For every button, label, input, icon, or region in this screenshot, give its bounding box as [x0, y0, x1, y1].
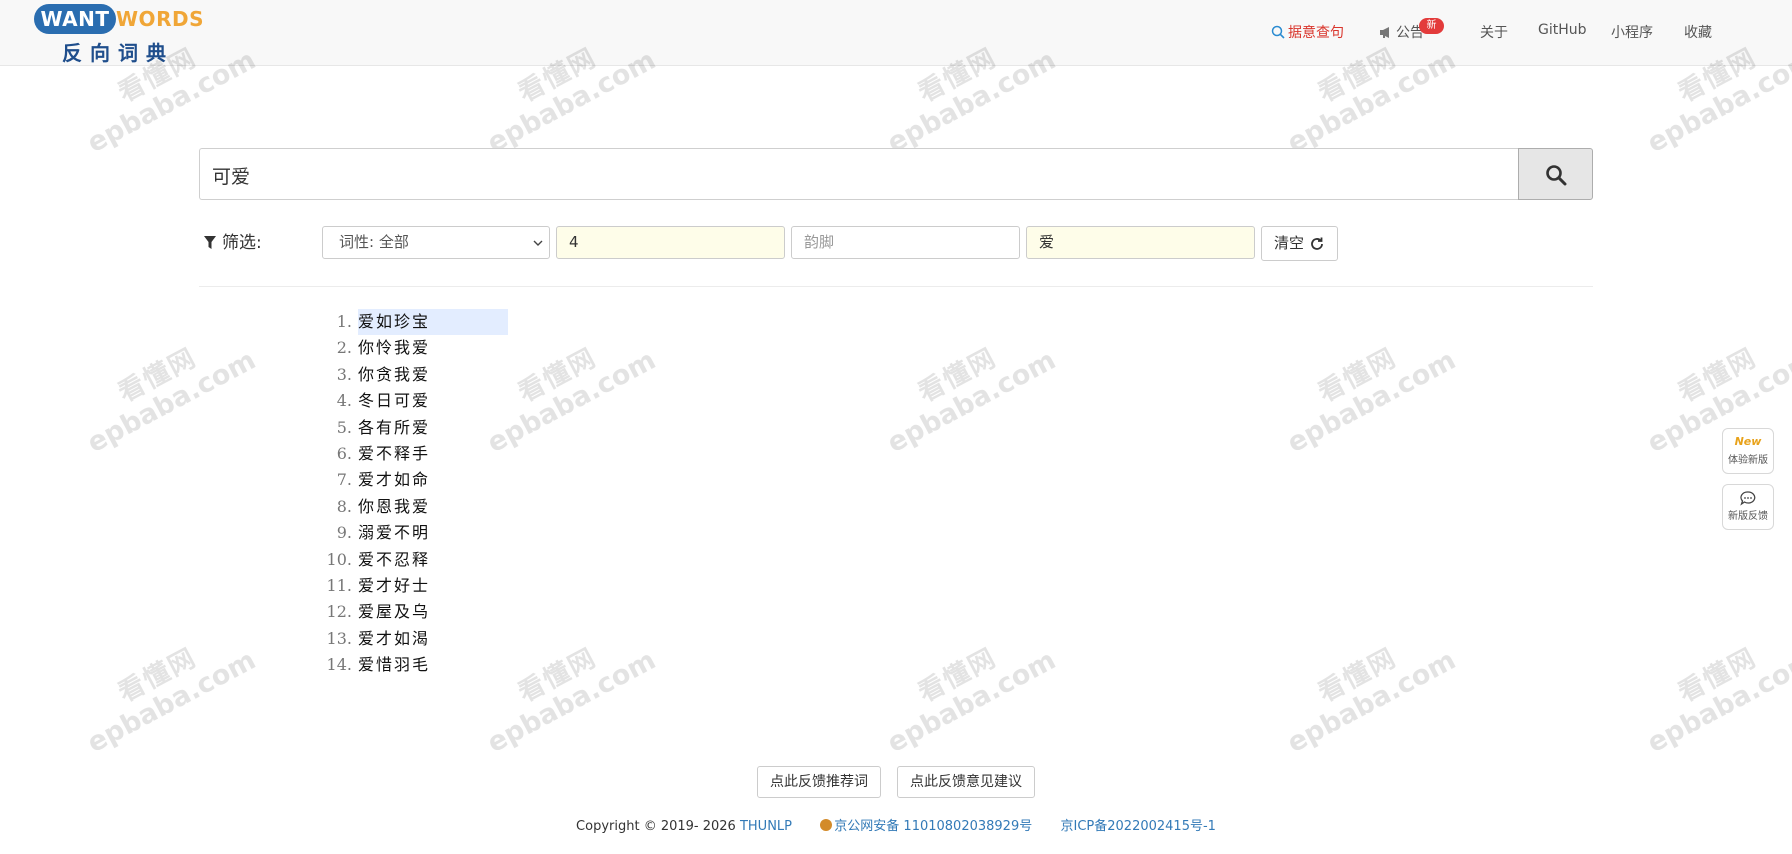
- search-icon: [1271, 25, 1285, 43]
- result-index: 14.: [326, 655, 352, 675]
- thunlp-link[interactable]: THUNLP: [740, 819, 792, 834]
- result-index: 6.: [336, 443, 352, 463]
- result-word[interactable]: 爱惜羽毛: [358, 652, 430, 678]
- search-input[interactable]: [212, 161, 1492, 189]
- result-word[interactable]: 冬日可爱: [358, 388, 430, 414]
- result-index: 4.: [336, 391, 352, 411]
- result-index: 2.: [336, 338, 352, 358]
- new-mark-icon: New: [1734, 435, 1762, 448]
- result-word[interactable]: 爱才好士: [358, 573, 430, 599]
- chat-bubble-icon: [1723, 485, 1773, 507]
- result-index: 5.: [336, 417, 352, 437]
- watermark: 看懂网 epbaba.com: [82, 342, 261, 459]
- result-item[interactable]: 12. 爱屋及乌: [320, 599, 720, 625]
- result-index: 11.: [326, 575, 352, 595]
- result-index: 13.: [326, 628, 352, 648]
- result-item[interactable]: 11. 爱才好士: [320, 573, 720, 599]
- result-word[interactable]: 溺爱不明: [358, 520, 430, 546]
- result-index: 3.: [336, 364, 352, 384]
- filter-label: 筛选:: [204, 228, 262, 254]
- nav-item-mini-program[interactable]: 小程序: [1611, 22, 1653, 42]
- result-word[interactable]: 你恩我爱: [358, 494, 430, 520]
- feedback-recommend-button[interactable]: 点此反馈推荐词: [757, 766, 881, 798]
- new-badge: 新: [1419, 18, 1444, 34]
- contains-char-field[interactable]: 爱: [1026, 226, 1255, 259]
- result-item[interactable]: 1. 爱如珍宝: [320, 309, 720, 335]
- watermark: 看懂网 epbaba.com: [882, 342, 1061, 459]
- watermark: 看懂网 epbaba.com: [82, 642, 261, 759]
- watermark: 看懂网 epbaba.com: [882, 642, 1061, 759]
- logo-words-text: WORDS: [116, 7, 204, 31]
- result-item[interactable]: 5. 各有所爱: [320, 415, 720, 441]
- search-button[interactable]: [1518, 148, 1593, 200]
- nav-item-favorites[interactable]: 收藏: [1684, 22, 1712, 42]
- police-badge-icon: [820, 819, 833, 831]
- result-word[interactable]: 你贪我爱: [358, 362, 430, 388]
- result-word[interactable]: 爱不释手: [358, 441, 430, 467]
- nav-item-label: 据意查句: [1288, 25, 1344, 41]
- filter-icon: [204, 234, 216, 254]
- nav-item-announcement[interactable]: 公告: [1379, 22, 1424, 43]
- result-item[interactable]: 14. 爱惜羽毛: [320, 652, 720, 678]
- footer: Copyright © 2019- 2026 THUNLP 京公网安备 1101…: [0, 815, 1792, 834]
- watermark: 看懂网 epbaba.com: [1642, 642, 1792, 759]
- police-record-link[interactable]: 京公网安备 11010802038929号: [834, 819, 1032, 834]
- result-item[interactable]: 8. 你恩我爱: [320, 494, 720, 520]
- watermark: 看懂网 epbaba.com: [1282, 642, 1461, 759]
- nav-item-about[interactable]: 关于: [1480, 22, 1508, 42]
- result-list: 1. 爱如珍宝 2. 你怜我爱 3. 你贪我爱 4. 冬日可爱 5. 各有所爱 6. 爱不释手 7. 爱才…: [320, 309, 720, 678]
- top-navbar: WANT WORDS 反向词典 据意查句 公告 新 关于 GitHub 小程序 …: [0, 0, 1792, 66]
- watermark: 看懂网 epbaba.com: [1282, 342, 1461, 459]
- result-word[interactable]: 爱才如命: [358, 467, 430, 493]
- icp-link[interactable]: 京ICP备2022002415号-1: [1061, 819, 1216, 834]
- result-item[interactable]: 7. 爱才如命: [320, 467, 720, 493]
- result-index: 1.: [336, 312, 352, 331]
- result-item[interactable]: 9. 溺爱不明: [320, 520, 720, 546]
- chevron-down-icon: [533, 240, 543, 246]
- feedback-suggestion-button[interactable]: 点此反馈意见建议: [897, 766, 1035, 798]
- result-word[interactable]: 爱才如渴: [358, 626, 430, 652]
- result-index: 12.: [326, 602, 352, 622]
- copyright-text: Copyright © 2019- 2026: [576, 819, 736, 834]
- result-word[interactable]: 各有所爱: [358, 415, 430, 441]
- result-index: 8.: [336, 496, 352, 516]
- result-index: 7.: [336, 470, 352, 490]
- result-item[interactable]: 13. 爱才如渴: [320, 626, 720, 652]
- nav-item-sentence-search[interactable]: 据意查句: [1271, 22, 1344, 43]
- result-item[interactable]: 3. 你贪我爱: [320, 362, 720, 388]
- result-word[interactable]: 爱不忍释: [358, 547, 430, 573]
- result-index: 10.: [326, 549, 352, 569]
- try-new-version-button[interactable]: New 体验新版: [1722, 428, 1774, 474]
- result-item[interactable]: 4. 冬日可爱: [320, 388, 720, 414]
- logo-chinese-name: 反向词典: [62, 41, 174, 65]
- result-item[interactable]: 2. 你怜我爱: [320, 335, 720, 361]
- clear-button[interactable]: 清空: [1261, 226, 1338, 261]
- result-word[interactable]: 爱屋及乌: [358, 599, 430, 625]
- result-word[interactable]: 爱如珍宝: [358, 309, 508, 335]
- megaphone-icon: [1379, 26, 1393, 43]
- search-icon: [1546, 165, 1567, 186]
- logo[interactable]: WANT WORDS 反向词典: [34, 4, 206, 65]
- rhyme-field[interactable]: 韵脚: [791, 226, 1020, 259]
- nav-item-github[interactable]: GitHub: [1538, 22, 1587, 38]
- part-of-speech-select[interactable]: 词性: 全部: [322, 226, 550, 259]
- new-version-feedback-button[interactable]: 新版反馈: [1722, 484, 1774, 530]
- logo-want-text: WANT: [34, 4, 116, 34]
- search-box: [199, 148, 1518, 200]
- result-item[interactable]: 10. 爱不忍释: [320, 547, 720, 573]
- result-index: 9.: [336, 523, 352, 543]
- word-length-field[interactable]: 4: [556, 226, 785, 259]
- result-item[interactable]: 6. 爱不释手: [320, 441, 720, 467]
- divider: [199, 286, 1593, 287]
- refresh-icon: [1311, 237, 1323, 250]
- result-word[interactable]: 你怜我爱: [358, 335, 430, 361]
